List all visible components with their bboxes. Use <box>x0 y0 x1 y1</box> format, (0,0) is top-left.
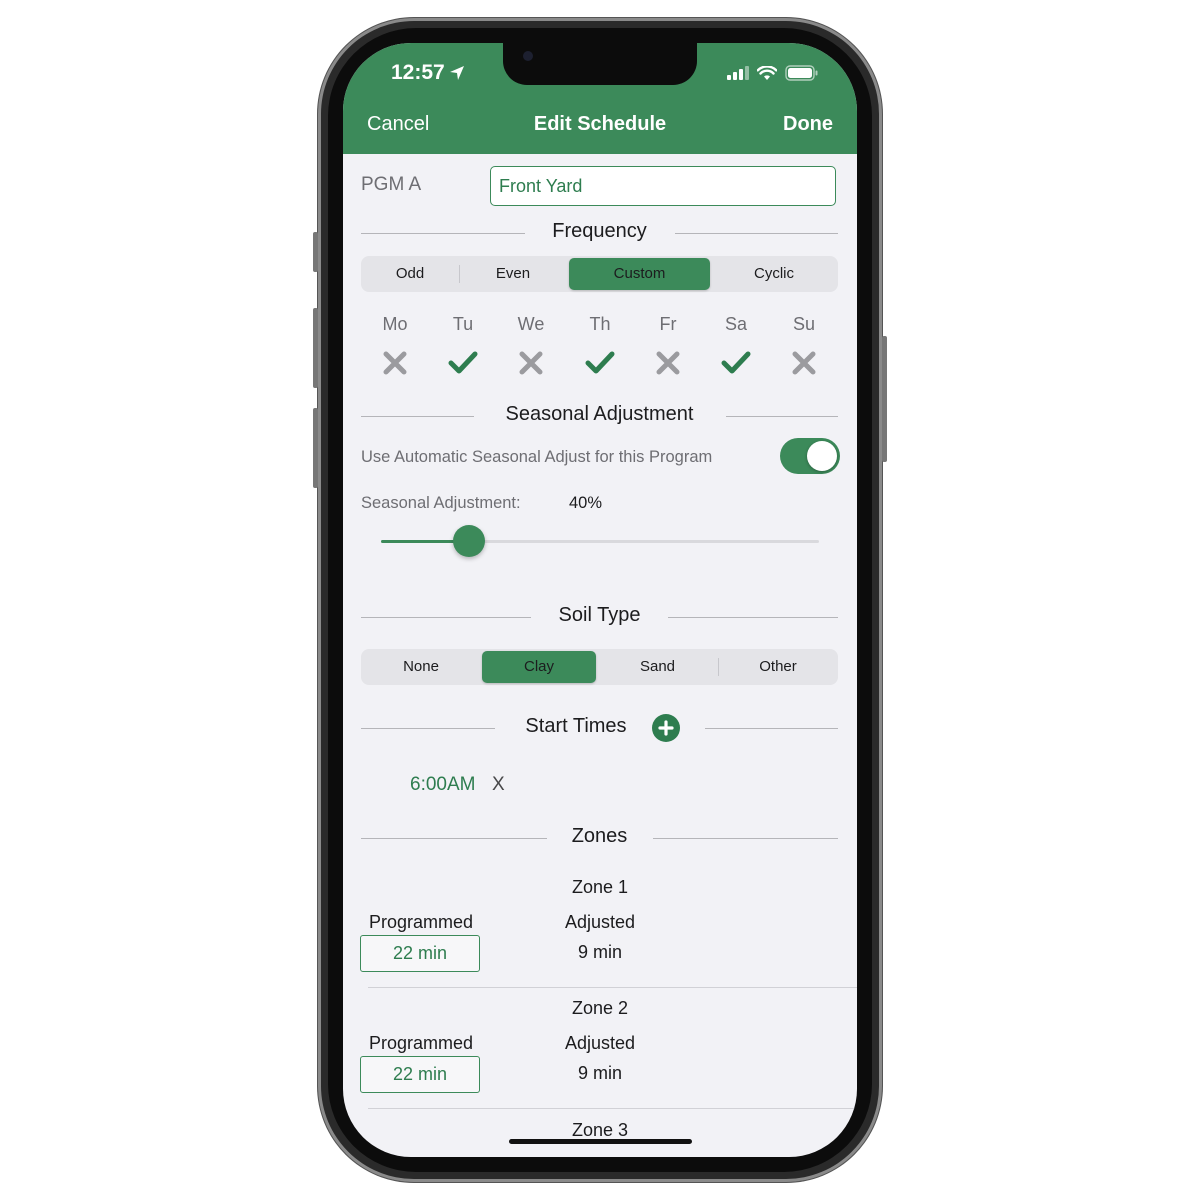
location-arrow-icon <box>449 66 464 80</box>
checkmark-icon <box>585 351 615 374</box>
zone-name: Zone 2 <box>571 998 629 1018</box>
battery-icon <box>785 65 818 81</box>
day-label-fr: Fr <box>659 314 677 334</box>
day-toggle-we[interactable] <box>506 348 556 378</box>
day-label-we: We <box>517 314 545 334</box>
soil-option-other[interactable]: Other <box>720 651 836 683</box>
day-label-tu: Tu <box>452 314 474 334</box>
adjusted-label: Adjusted <box>564 1033 636 1053</box>
adjusted-label: Adjusted <box>564 912 636 932</box>
start-times-section-header: Start Times <box>361 713 838 743</box>
day-toggle-sa[interactable] <box>711 348 761 378</box>
adjusted-minutes: 9 min <box>577 1063 622 1083</box>
programmed-label: Programmed <box>368 1033 474 1053</box>
frequency-option-cyclic[interactable]: Cyclic <box>712 258 836 290</box>
checkmark-icon <box>721 351 751 374</box>
checkmark-icon <box>448 351 478 374</box>
x-mark-icon <box>519 351 543 375</box>
program-label: PGM A <box>361 174 422 195</box>
x-mark-icon <box>656 351 680 375</box>
soil-title: Soil Type <box>558 604 641 626</box>
day-toggle-su[interactable] <box>779 348 829 378</box>
day-label-sa: Sa <box>724 314 748 334</box>
program-name-input[interactable] <box>490 166 836 206</box>
frequency-section-header: Frequency <box>361 218 838 248</box>
adjusted-minutes: 9 min <box>577 942 622 962</box>
day-toggle-fr[interactable] <box>643 348 693 378</box>
programmed-label: Programmed <box>368 912 474 932</box>
day-toggle-mo[interactable] <box>370 348 420 378</box>
segment-separator <box>718 658 719 676</box>
cellular-signal-icon <box>727 66 749 80</box>
home-indicator <box>509 1139 692 1144</box>
status-icons <box>727 65 819 81</box>
frequency-option-custom[interactable]: Custom <box>569 258 710 290</box>
seasonal-section-header: Seasonal Adjustment <box>361 401 838 431</box>
day-toggle-th[interactable] <box>575 348 625 378</box>
zone-name: Zone 3 <box>571 1120 629 1140</box>
seasonal-adjustment-value: 40% <box>569 494 603 512</box>
volume-down-button <box>313 408 318 488</box>
page-title: Edit Schedule <box>533 113 667 135</box>
programmed-minutes-input[interactable]: 22 min <box>360 935 480 972</box>
day-label-su: Su <box>792 314 816 334</box>
soil-option-none[interactable]: None <box>363 651 479 683</box>
zone-name: Zone 1 <box>571 877 629 897</box>
day-toggle-tu[interactable] <box>438 348 488 378</box>
silent-switch <box>313 232 318 272</box>
status-time-text: 12:57 <box>391 61 445 84</box>
segment-separator <box>459 265 460 283</box>
wifi-icon <box>757 65 777 80</box>
divider-line <box>705 728 838 729</box>
remove-start-time-button[interactable]: X <box>492 774 505 796</box>
auto-seasonal-label: Use Automatic Seasonal Adjust for this P… <box>361 448 713 466</box>
soil-section-header: Soil Type <box>361 602 838 632</box>
volume-up-button <box>313 308 318 388</box>
day-label-mo: Mo <box>382 314 408 334</box>
zone-divider <box>368 1108 857 1109</box>
done-button[interactable]: Done <box>783 113 833 136</box>
soil-segmented-control: None Clay Sand Other <box>361 649 838 685</box>
frequency-option-odd[interactable]: Odd <box>363 258 457 290</box>
notch <box>503 43 697 85</box>
status-time: 12:57 <box>391 61 465 85</box>
app-screen: 12:57 Cancel Edit Schedule Done PGM A Fr… <box>343 43 857 1157</box>
soil-option-clay[interactable]: Clay <box>482 651 596 683</box>
add-start-time-button[interactable] <box>652 714 680 742</box>
power-button <box>882 336 887 462</box>
frequency-option-even[interactable]: Even <box>461 258 565 290</box>
seasonal-title: Seasonal Adjustment <box>505 403 694 425</box>
slider-thumb[interactable] <box>453 525 485 557</box>
toggle-knob <box>807 441 837 471</box>
soil-option-sand[interactable]: Sand <box>599 651 716 683</box>
auto-seasonal-toggle[interactable] <box>780 438 840 474</box>
x-mark-icon <box>383 351 407 375</box>
start-time-value[interactable]: 6:00AM <box>410 774 475 796</box>
zones-title: Zones <box>571 825 628 847</box>
x-mark-icon <box>792 351 816 375</box>
zones-section-header: Zones <box>361 823 838 853</box>
seasonal-adjustment-label: Seasonal Adjustment: <box>361 494 521 512</box>
frequency-title: Frequency <box>552 220 647 242</box>
zone-divider <box>368 987 857 988</box>
day-label-th: Th <box>589 314 611 334</box>
camera-icon <box>523 51 533 61</box>
nav-header: 12:57 Cancel Edit Schedule Done <box>343 43 857 154</box>
frequency-segmented-control: Odd Even Custom Cyclic <box>361 256 838 292</box>
programmed-minutes-input[interactable]: 22 min <box>360 1056 480 1093</box>
plus-icon <box>658 720 674 736</box>
